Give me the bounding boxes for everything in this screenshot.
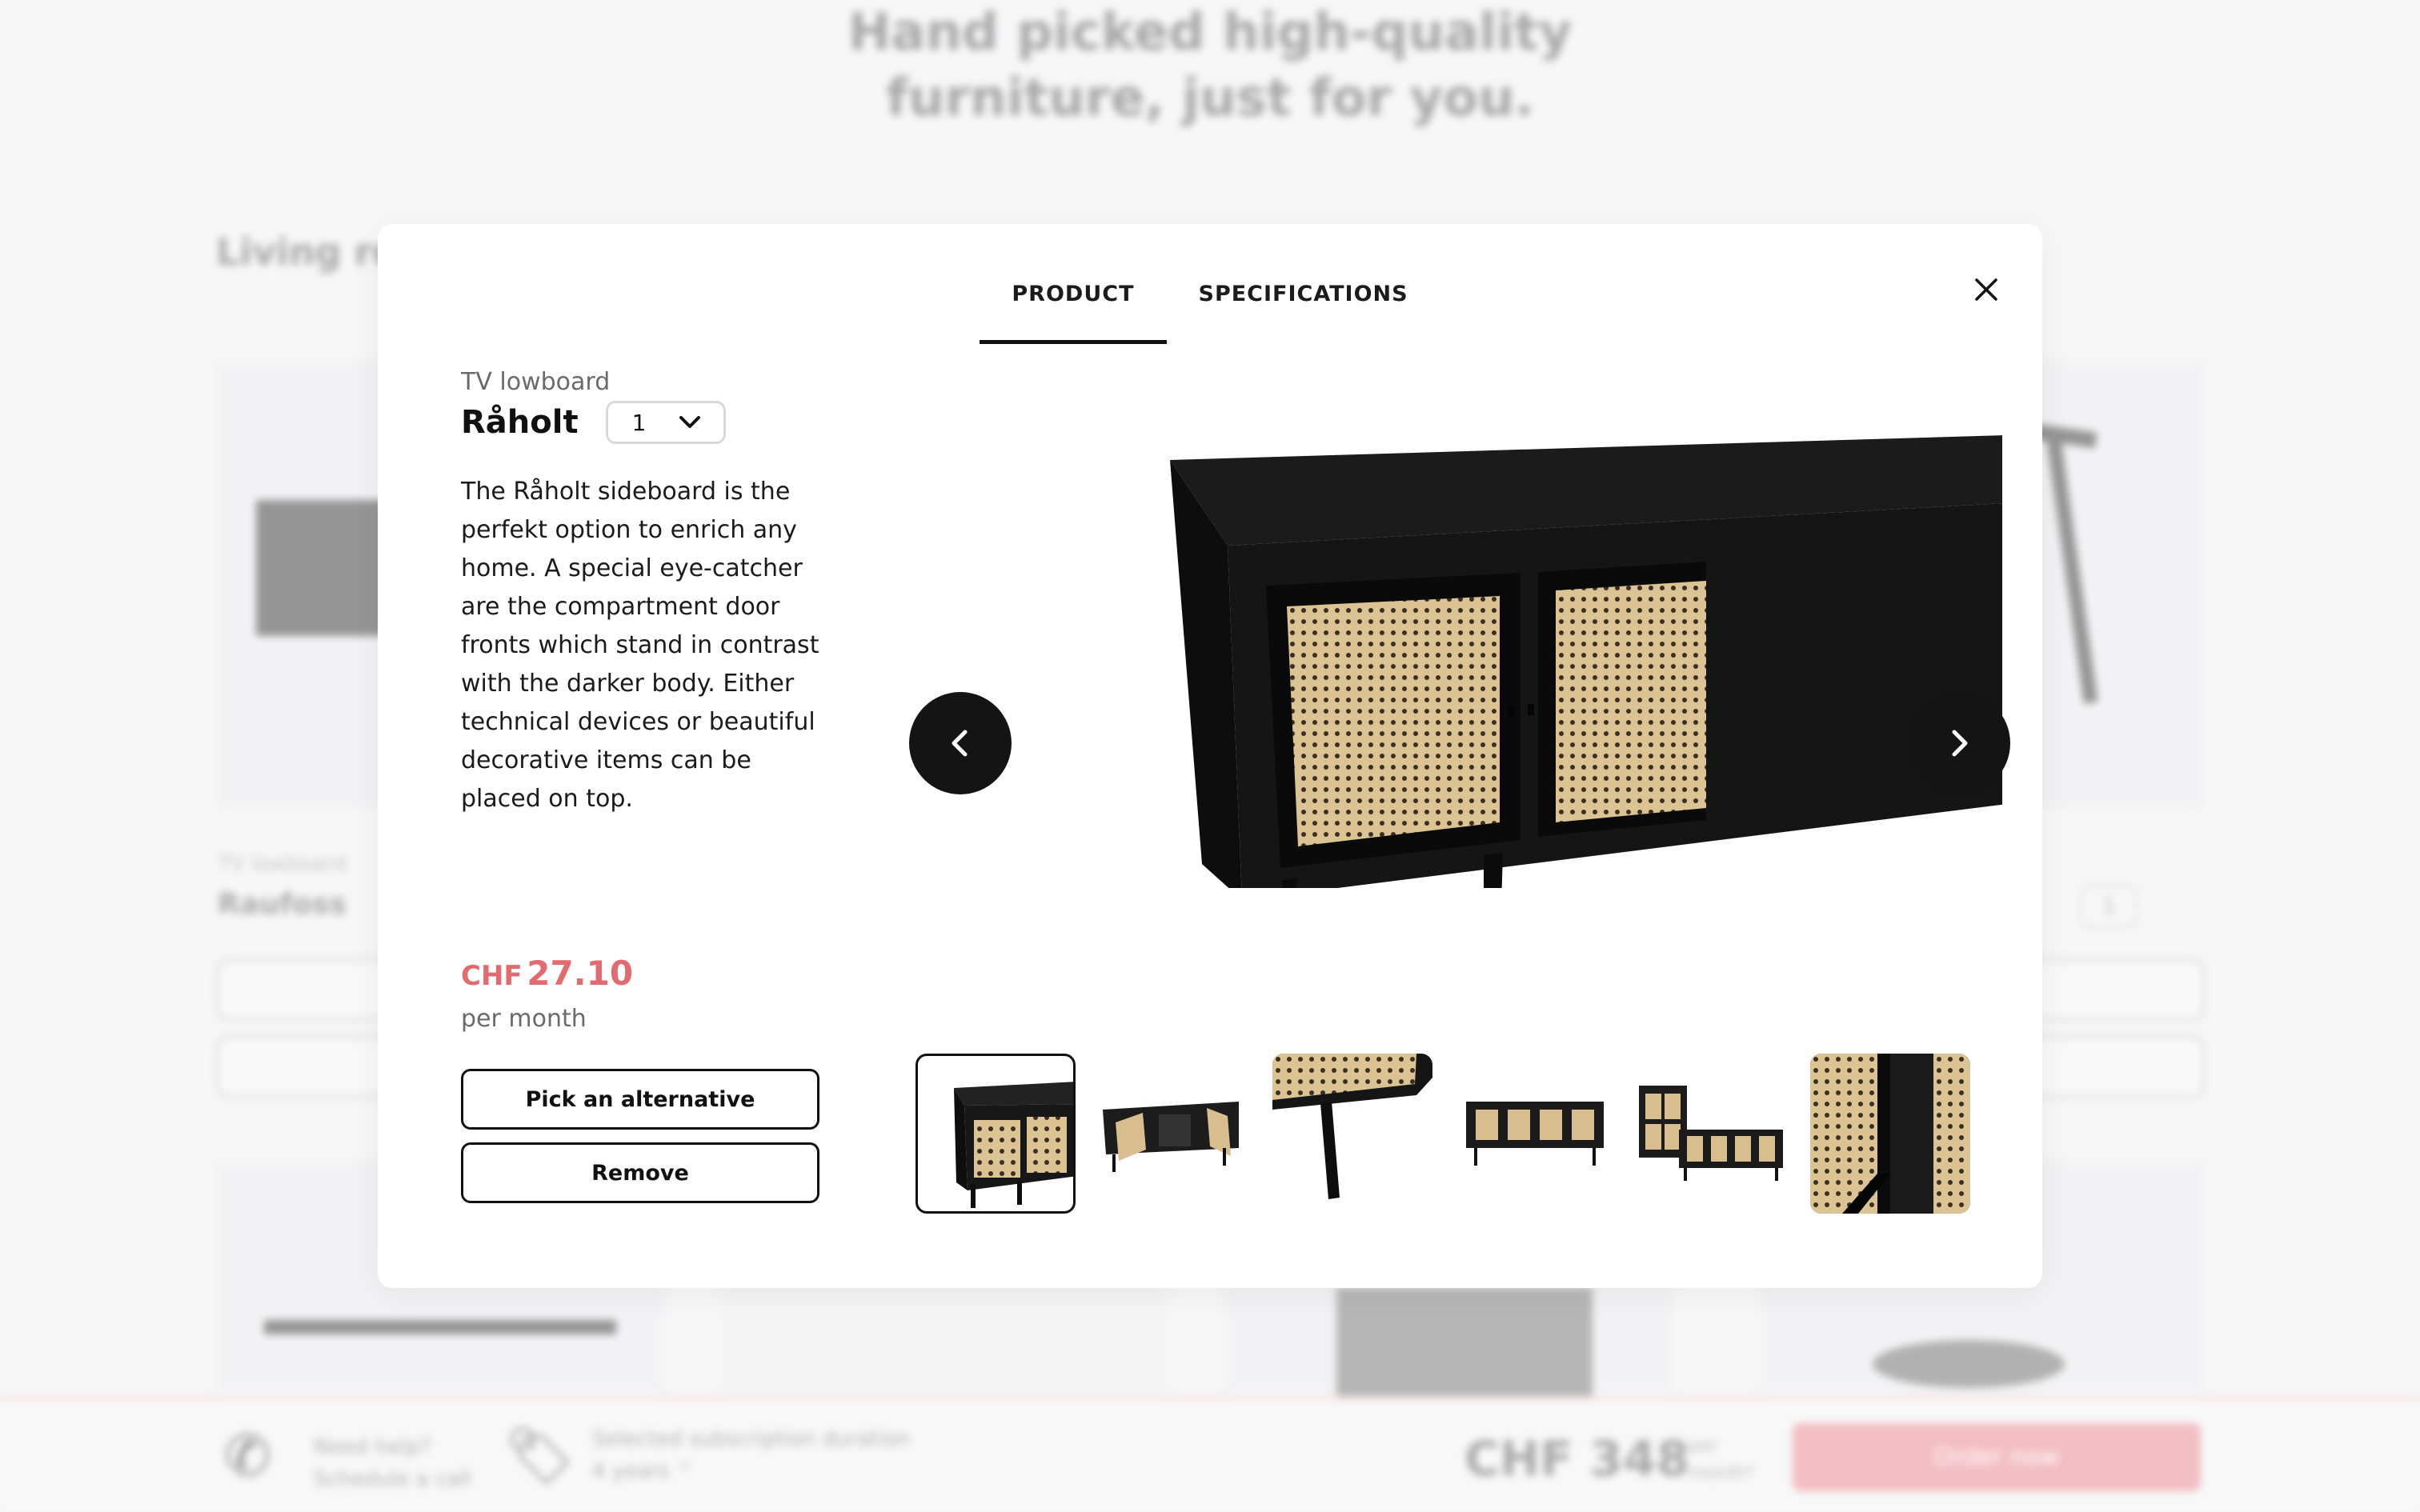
thumbnail-6[interactable]: [1810, 1054, 1970, 1214]
thumbnail-2[interactable]: [1095, 1054, 1255, 1214]
title-row: Råholt 1: [461, 401, 829, 444]
product-description: The Råholt sideboard is the perfekt opti…: [461, 478, 819, 813]
close-button[interactable]: [1962, 266, 2010, 314]
thumbnail-image: [1466, 1102, 1604, 1166]
previous-image-button[interactable]: [909, 692, 1012, 794]
remove-button[interactable]: Remove: [461, 1142, 819, 1203]
thumbnail-image: [1272, 1054, 1432, 1199]
next-image-button[interactable]: [1908, 692, 2010, 794]
pick-alternative-button[interactable]: Pick an alternative: [461, 1069, 819, 1130]
product-modal: PRODUCT SPECIFICATIONS TV lowboard Råhol…: [378, 224, 2042, 1288]
chevron-right-icon: [1952, 730, 1968, 757]
thumbnail-4[interactable]: [1452, 1054, 1612, 1214]
modal-tabs: PRODUCT SPECIFICATIONS: [378, 258, 2042, 344]
product-name: Råholt: [461, 404, 579, 441]
thumbnail-image: [1103, 1102, 1239, 1172]
chevron-down-icon: [679, 416, 700, 428]
thumbnail-1[interactable]: [916, 1054, 1076, 1214]
thumbnail-3[interactable]: [1272, 1054, 1432, 1214]
tab-specifications[interactable]: SPECIFICATIONS: [1167, 258, 1440, 344]
price-currency: CHF: [461, 960, 523, 992]
thumbnail-image: [954, 1082, 1073, 1208]
thumbnail-image: [1810, 1054, 1970, 1214]
price-period: per month: [461, 1005, 587, 1033]
thumbnail-image: [1639, 1086, 1783, 1181]
main-product-image: [1170, 435, 2002, 888]
product-info: TV lowboard Råholt 1 The Råholt sideboar…: [461, 368, 829, 818]
product-category: TV lowboard: [461, 368, 611, 396]
price-amount: 27.10: [527, 954, 634, 993]
close-icon: [1975, 278, 1997, 301]
chevron-left-icon: [952, 730, 968, 757]
quantity-select[interactable]: 1: [605, 401, 726, 444]
quantity-value: 1: [631, 409, 647, 436]
thumbnail-5[interactable]: [1631, 1054, 1791, 1214]
product-price: CHF 27.10: [461, 954, 633, 993]
tab-product[interactable]: PRODUCT: [980, 258, 1167, 344]
